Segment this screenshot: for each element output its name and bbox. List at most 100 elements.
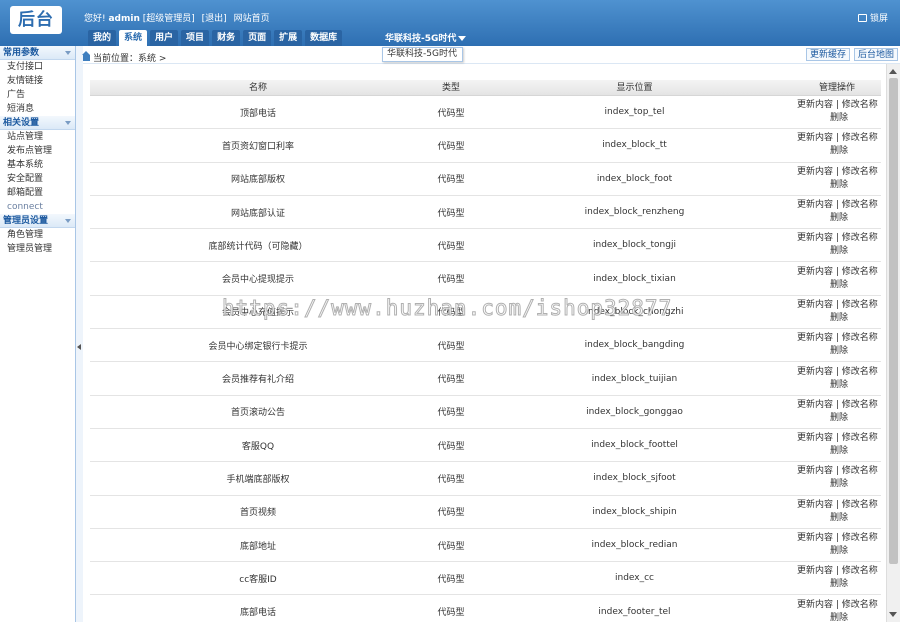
logout-link[interactable]: [退出] xyxy=(202,14,227,24)
update-content-link[interactable]: 更新内容 xyxy=(797,100,833,110)
tab-extensions[interactable]: 扩展 xyxy=(274,30,303,46)
delete-link[interactable]: 删除 xyxy=(830,280,848,290)
chevron-down-icon xyxy=(65,121,71,125)
delete-link[interactable]: 删除 xyxy=(830,446,848,456)
rename-link[interactable]: 修改名称 xyxy=(842,367,878,377)
row-actions-line: 删除 xyxy=(793,612,881,622)
row-actions-line: 更新内容 | 修改名称 | xyxy=(793,565,881,578)
update-content-link[interactable]: 更新内容 xyxy=(797,267,833,277)
row-name: 首页资幻窗口利率 xyxy=(221,141,294,152)
scroll-thumb[interactable] xyxy=(889,78,898,564)
lock-label: 锁屏 xyxy=(869,14,888,24)
row-name: 会员中心绑定银行卡提示 xyxy=(208,341,308,352)
rename-link[interactable]: 修改名称 xyxy=(842,433,878,443)
rename-link[interactable]: 修改名称 xyxy=(842,200,878,210)
delete-link[interactable]: 删除 xyxy=(830,146,848,156)
update-content-link[interactable]: 更新内容 xyxy=(797,500,833,510)
sidebar-item-ads[interactable]: 广告 xyxy=(0,88,75,102)
delete-link[interactable]: 删除 xyxy=(830,246,848,256)
update-content-link[interactable]: 更新内容 xyxy=(797,533,833,543)
delete-link[interactable]: 删除 xyxy=(830,380,848,390)
row-type: 代码型 xyxy=(437,208,465,219)
sidebar-item-roles[interactable]: 角色管理 xyxy=(0,228,75,242)
table-row: 会员中心充值提示 代码型 index_block_chongzhi 更新内容 | 修改… xyxy=(90,296,881,330)
update-content-link[interactable]: 更新内容 xyxy=(797,400,833,410)
tab-system[interactable]: 系统 xyxy=(119,30,148,46)
update-content-link[interactable]: 更新内容 xyxy=(797,167,833,177)
sidebar-group-settings[interactable]: 相关设置 xyxy=(0,116,75,130)
delete-link[interactable]: 删除 xyxy=(830,113,848,123)
scroll-down-icon[interactable] xyxy=(889,612,897,617)
row-name: 手机端底部版权 xyxy=(226,474,290,485)
delete-link[interactable]: 删除 xyxy=(830,213,848,223)
site-home-link[interactable]: 网站首页 xyxy=(234,14,270,24)
tab-users[interactable]: 用户 xyxy=(150,30,179,46)
sidebar-item-publish-points[interactable]: 发布点管理 xyxy=(0,144,75,158)
delete-link[interactable]: 删除 xyxy=(830,579,848,589)
rename-link[interactable]: 修改名称 xyxy=(842,167,878,177)
separator: | xyxy=(878,600,882,610)
update-content-link[interactable]: 更新内容 xyxy=(797,200,833,210)
sidebar-collapse-bar[interactable] xyxy=(76,46,83,622)
sitemap-button[interactable]: 后台地图 xyxy=(853,48,898,61)
delete-link[interactable]: 删除 xyxy=(830,546,848,556)
site-switch-label: 华联科技-5G时代 xyxy=(385,34,457,44)
rename-link[interactable]: 修改名称 xyxy=(842,600,878,610)
update-content-link[interactable]: 更新内容 xyxy=(797,466,833,476)
tab-pages[interactable]: 页面 xyxy=(243,30,272,46)
update-content-link[interactable]: 更新内容 xyxy=(797,433,833,443)
row-actions-line: 删除 xyxy=(793,478,881,491)
delete-link[interactable]: 删除 xyxy=(830,613,848,622)
rename-link[interactable]: 修改名称 xyxy=(842,267,878,277)
sidebar-item-payment[interactable]: 支付接口 xyxy=(0,60,75,74)
table-row: 会员推荐有礼介绍 代码型 index_block_tuijian 更新内容 | 修改名… xyxy=(90,362,881,396)
delete-link[interactable]: 删除 xyxy=(830,413,848,423)
rename-link[interactable]: 修改名称 xyxy=(842,133,878,143)
update-content-link[interactable]: 更新内容 xyxy=(797,300,833,310)
content-scrollbar[interactable] xyxy=(886,64,900,622)
rename-link[interactable]: 修改名称 xyxy=(842,500,878,510)
site-switcher[interactable]: 华联科技-5G时代 xyxy=(385,31,467,44)
update-content-link[interactable]: 更新内容 xyxy=(797,333,833,343)
sidebar-group-common[interactable]: 常用参数 xyxy=(0,46,75,60)
sidebar-item-links[interactable]: 友情链接 xyxy=(0,74,75,88)
sidebar-group-admin[interactable]: 管理员设置 xyxy=(0,214,75,228)
update-content-link[interactable]: 更新内容 xyxy=(797,566,833,576)
tab-finance[interactable]: 财务 xyxy=(212,30,241,46)
tab-mine[interactable]: 我的 xyxy=(88,30,117,46)
sidebar-item-sites[interactable]: 站点管理 xyxy=(0,130,75,144)
rename-link[interactable]: 修改名称 xyxy=(842,400,878,410)
rename-link[interactable]: 修改名称 xyxy=(842,300,878,310)
rename-link[interactable]: 修改名称 xyxy=(842,233,878,243)
delete-link[interactable]: 删除 xyxy=(830,180,848,190)
update-content-link[interactable]: 更新内容 xyxy=(797,367,833,377)
delete-link[interactable]: 删除 xyxy=(830,513,848,523)
row-position: index_cc xyxy=(614,573,655,584)
rename-link[interactable]: 修改名称 xyxy=(842,333,878,343)
sidebar-item-mail[interactable]: 邮箱配置 xyxy=(0,186,75,200)
sidebar-item-admins[interactable]: 管理员管理 xyxy=(0,242,75,256)
delete-link[interactable]: 删除 xyxy=(830,479,848,489)
sidebar-item-basic-system[interactable]: 基本系统 xyxy=(0,158,75,172)
sidebar-item-security[interactable]: 安全配置 xyxy=(0,172,75,186)
scroll-up-icon[interactable] xyxy=(889,69,897,74)
rename-link[interactable]: 修改名称 xyxy=(842,566,878,576)
rename-link[interactable]: 修改名称 xyxy=(842,100,878,110)
sidebar-item-messages[interactable]: 短消息 xyxy=(0,102,75,116)
row-name: 首页滚动公告 xyxy=(230,408,285,419)
delete-link[interactable]: 删除 xyxy=(830,346,848,356)
rename-link[interactable]: 修改名称 xyxy=(842,533,878,543)
lock-screen-button[interactable]: 锁屏 xyxy=(857,11,888,24)
rename-link[interactable]: 修改名称 xyxy=(842,466,878,476)
sidebar-item-connect[interactable]: connect xyxy=(0,200,75,214)
delete-link[interactable]: 删除 xyxy=(830,313,848,323)
row-name: 会员推荐有礼介绍 xyxy=(221,375,294,386)
update-content-link[interactable]: 更新内容 xyxy=(797,133,833,143)
update-content-link[interactable]: 更新内容 xyxy=(797,600,833,610)
row-name: 网站底部版权 xyxy=(230,175,285,186)
site-dropdown-option[interactable]: 华联科技-5G时代 xyxy=(382,47,463,62)
tab-projects[interactable]: 项目 xyxy=(181,30,210,46)
tab-database[interactable]: 数据库 xyxy=(305,30,343,46)
update-cache-button[interactable]: 更新缓存 xyxy=(805,48,850,61)
update-content-link[interactable]: 更新内容 xyxy=(797,233,833,243)
